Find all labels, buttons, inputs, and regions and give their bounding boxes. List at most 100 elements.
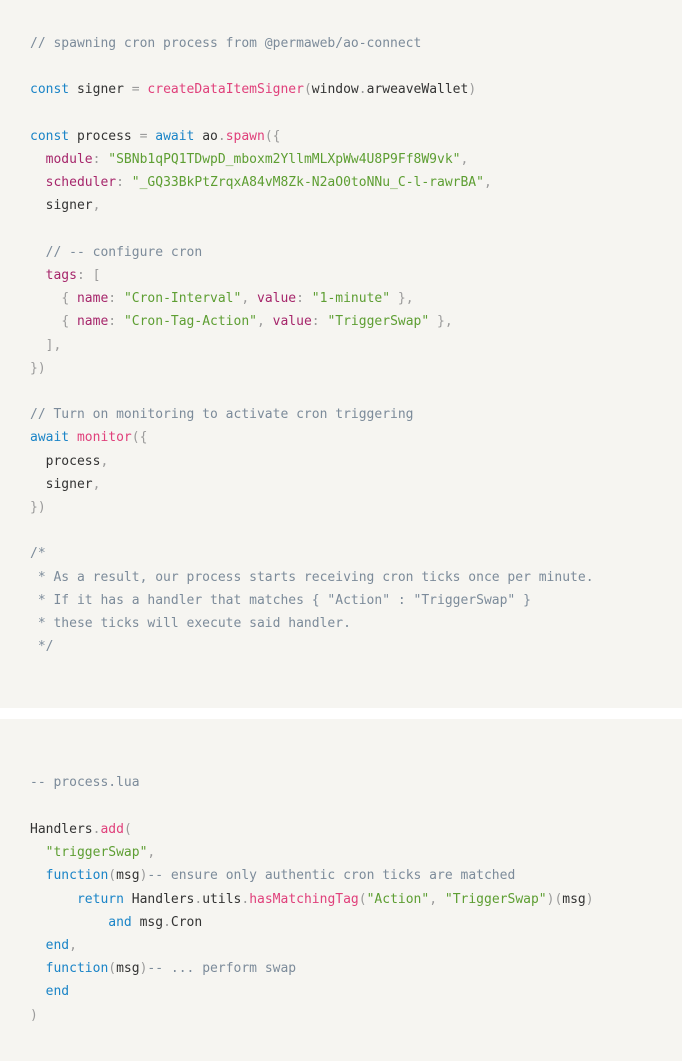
code-line: /*: [30, 542, 660, 565]
code-content-javascript[interactable]: // spawning cron process from @permaweb/…: [30, 32, 660, 658]
code-line: const signer = createDataItemSigner(wind…: [30, 78, 660, 101]
comment-block-line: * As a result, our process starts receiv…: [30, 569, 594, 585]
punctuation: .: [217, 128, 226, 144]
punctuation: :: [108, 314, 117, 330]
punctuation: }): [30, 500, 46, 516]
code-line: ],: [30, 334, 660, 357]
punctuation: .: [241, 891, 250, 907]
identifier: [304, 291, 312, 306]
punctuation: ,: [460, 152, 469, 168]
code-line: // -- configure cron: [30, 241, 660, 264]
identifier: signer: [30, 476, 93, 492]
punctuation: .: [358, 82, 367, 98]
code-line-blank: [30, 795, 660, 818]
punctuation: ,: [69, 937, 77, 953]
property-value: value: [257, 291, 297, 307]
code-line: { name: "Cron-Tag-Action", value: "Trigg…: [30, 310, 660, 333]
param-msg: msg: [116, 961, 140, 977]
code-line: signer,: [30, 194, 660, 217]
code-line: end,: [30, 934, 660, 957]
identifier: [265, 314, 273, 329]
punctuation: (: [108, 868, 117, 884]
keyword-const: const: [30, 128, 70, 144]
identifier: [437, 892, 445, 907]
punctuation: :: [296, 291, 304, 307]
identifier-utils: utils: [202, 891, 242, 907]
punctuation: },: [429, 314, 453, 330]
punctuation: :: [116, 175, 124, 191]
string-module-id: "SBNb1qPQ1TDwpD_mboxm2YllmMLXpWw4U8P9Ff8…: [108, 152, 461, 168]
keyword-and: and: [108, 914, 132, 930]
string-scheduler-id: "_GQ33BkPtZrqxA84vM8Zk-N2aO0toNNu_C-l-ra…: [131, 175, 484, 191]
identifier: [124, 175, 132, 190]
identifier: process: [69, 128, 140, 144]
property-scheduler: scheduler: [45, 175, 117, 191]
code-line: }): [30, 357, 660, 380]
property-tags: tags: [45, 268, 77, 284]
code-line: // spawning cron process from @permaweb/…: [30, 32, 660, 55]
identifier: [69, 430, 77, 445]
identifier: arweaveWallet: [366, 82, 469, 98]
punctuation: :: [108, 291, 117, 307]
punctuation: ,: [429, 891, 438, 907]
code-line-blank: [30, 102, 660, 125]
code-line: ): [30, 1004, 660, 1027]
code-line-blank: [30, 519, 660, 542]
param-msg: msg: [116, 868, 140, 884]
punctuation: (: [108, 961, 117, 977]
code-line: process,: [30, 450, 660, 473]
comment-configure-cron: // -- configure cron: [45, 244, 203, 260]
code-block-javascript[interactable]: // spawning cron process from @permaweb/…: [0, 0, 682, 709]
string-handler-name: "triggerSwap": [45, 845, 148, 861]
code-content-lua[interactable]: -- process.luaHandlers.add( "triggerSwap…: [30, 771, 660, 1026]
identifier: ao: [194, 128, 218, 144]
comment-block-line: * If it has a handler that matches { "Ac…: [30, 592, 531, 608]
keyword-await: await: [155, 128, 195, 144]
punctuation: }): [30, 360, 46, 376]
identifier: signer: [69, 82, 132, 98]
identifier: [249, 291, 257, 306]
block-separator-gap: [0, 708, 682, 720]
string-cron-interval: "Cron-Interval": [123, 291, 242, 307]
code-line: function(msg)-- ensure only authentic cr…: [30, 864, 660, 887]
punctuation: : [: [76, 268, 101, 284]
param-msg: msg: [562, 891, 586, 907]
code-line: * As a result, our process starts receiv…: [30, 566, 660, 589]
punctuation: ],: [45, 337, 62, 353]
code-line: signer,: [30, 473, 660, 496]
identifier: process: [30, 453, 101, 469]
code-line: { name: "Cron-Interval", value: "1-minut…: [30, 287, 660, 310]
keyword-function: function: [45, 868, 109, 884]
identifier-cron: Cron: [170, 914, 203, 930]
function-add: add: [100, 821, 124, 837]
string-cron-tag-action: "Cron-Tag-Action": [123, 314, 257, 330]
code-line: return Handlers.utils.hasMatchingTag("Ac…: [30, 888, 660, 911]
operator-assign: =: [131, 82, 140, 98]
comment-perform-swap: -- ... perform swap: [147, 961, 297, 977]
code-line: * these ticks will execute said handler.: [30, 612, 660, 635]
property-name: name: [76, 314, 109, 330]
identifier: window: [311, 82, 359, 98]
code-line: }): [30, 496, 660, 519]
code-block-lua[interactable]: -- process.luaHandlers.add( "triggerSwap…: [0, 719, 682, 1061]
identifier: signer: [30, 198, 93, 214]
punctuation: (: [303, 82, 312, 98]
keyword-await: await: [30, 430, 70, 446]
comment-authentic-ticks: -- ensure only authentic cron ticks are …: [147, 868, 516, 884]
string-trigger-swap: "TriggerSwap": [327, 314, 430, 330]
punctuation: ): [30, 1007, 38, 1023]
comment-monitoring: // Turn on monitoring to activate cron t…: [30, 407, 414, 423]
code-line: // Turn on monitoring to activate cron t…: [30, 403, 660, 426]
code-line: module: "SBNb1qPQ1TDwpD_mboxm2YllmMLXpWw…: [30, 148, 660, 171]
code-snippets-page: // spawning cron process from @permaweb/…: [0, 0, 682, 1061]
punctuation: ): [585, 891, 594, 907]
